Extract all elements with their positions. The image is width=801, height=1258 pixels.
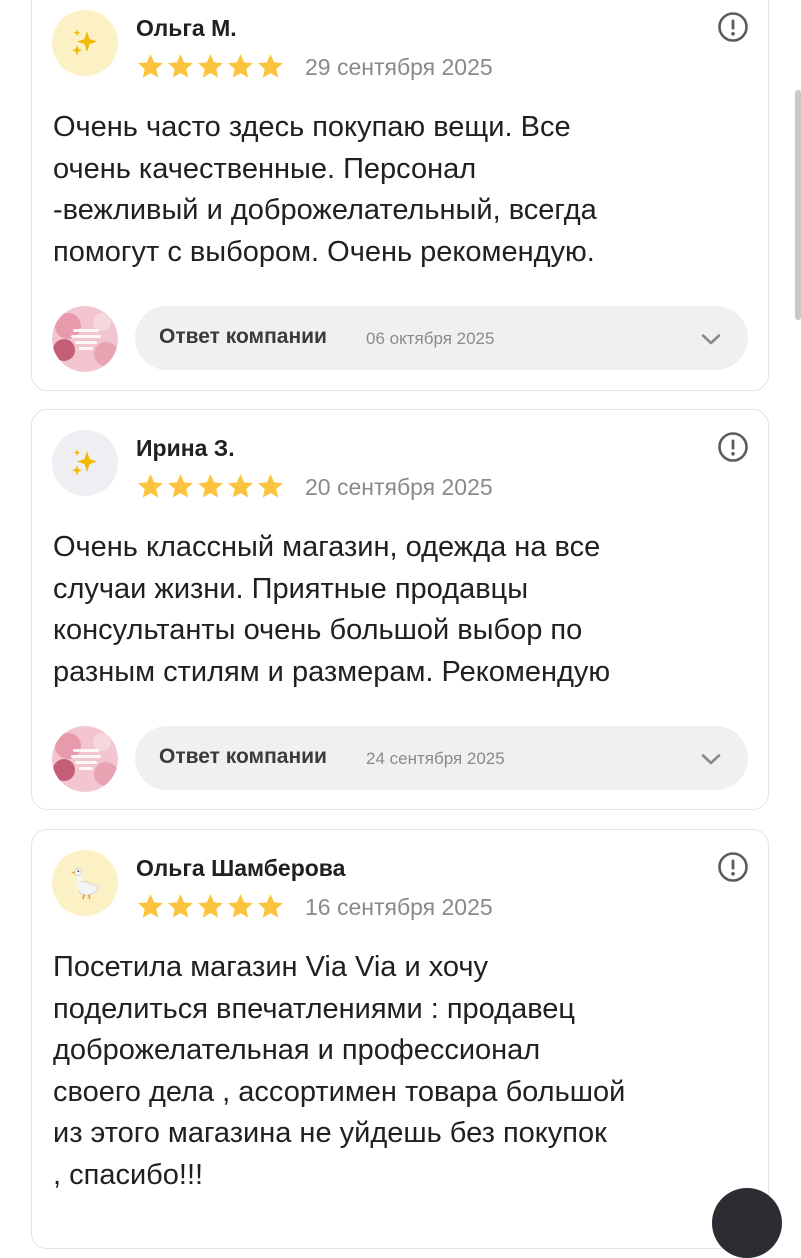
- floating-action-button[interactable]: [712, 1188, 782, 1258]
- sparkles-icon: [72, 29, 97, 56]
- review-author[interactable]: Ольга М.: [136, 15, 237, 42]
- report-button[interactable]: [717, 431, 749, 463]
- star-rating: [136, 473, 285, 500]
- star-icon: [258, 474, 283, 498]
- star-icon: [258, 894, 283, 918]
- star-rating: [136, 53, 285, 80]
- star-icon: [168, 54, 193, 78]
- company-reply-toggle[interactable]: Ответ компании 06 октября 2025: [135, 306, 748, 370]
- company-logo: [52, 306, 118, 372]
- star-icon: [198, 54, 223, 78]
- chevron-down-icon: [700, 748, 722, 770]
- user-avatar[interactable]: [52, 850, 118, 916]
- review-card: Ирина З. 20 сентября 2025 Очень классный…: [31, 409, 769, 810]
- report-button[interactable]: [717, 851, 749, 883]
- reviews-feed: Ольга М. 29 сентября 2025 Очень часто зд…: [0, 0, 801, 1258]
- reply-date: 24 сентября 2025: [366, 749, 505, 768]
- review-date: 20 сентября 2025: [305, 474, 493, 500]
- scrollbar[interactable]: [795, 90, 801, 320]
- review-author[interactable]: Ирина З.: [136, 435, 235, 462]
- star-icon: [138, 54, 163, 78]
- star-icon: [258, 54, 283, 78]
- star-icon: [138, 474, 163, 498]
- exclamation-circle-icon: [718, 432, 748, 462]
- star-icon: [198, 474, 223, 498]
- user-avatar[interactable]: [52, 10, 118, 76]
- star-icon: [138, 894, 163, 918]
- user-avatar[interactable]: [52, 430, 118, 496]
- star-icon: [198, 894, 223, 918]
- star-icon: [228, 54, 253, 78]
- star-icon: [228, 474, 253, 498]
- review-card: Ольга Шамберова 16 сентября 2025 Посетил…: [31, 829, 769, 1249]
- reply-title: Ответ компании: [159, 325, 327, 348]
- review-card: Ольга М. 29 сентября 2025 Очень часто зд…: [31, 0, 769, 391]
- reply-date: 06 октября 2025: [366, 329, 495, 348]
- sparkles-icon: [72, 449, 97, 476]
- review-text: Очень классный магазин, одежда на все сл…: [53, 531, 611, 688]
- chevron-down-icon: [700, 328, 722, 350]
- goose-icon: [71, 868, 99, 900]
- review-text: Очень часто здесь покупаю вещи. Все очен…: [53, 111, 597, 268]
- review-date: 29 сентября 2025: [305, 54, 493, 80]
- star-rating: [136, 893, 285, 920]
- exclamation-circle-icon: [718, 12, 748, 42]
- review-date: 16 сентября 2025: [305, 894, 493, 920]
- star-icon: [168, 474, 193, 498]
- reply-title: Ответ компании: [159, 745, 327, 768]
- review-author[interactable]: Ольга Шамберова: [136, 855, 345, 882]
- star-icon: [168, 894, 193, 918]
- report-button[interactable]: [717, 11, 749, 43]
- exclamation-circle-icon: [718, 852, 748, 882]
- company-reply-toggle[interactable]: Ответ компании 24 сентября 2025: [135, 726, 748, 790]
- review-text: Посетила магазин Via Via и хочу поделить…: [53, 951, 626, 1191]
- star-icon: [228, 894, 253, 918]
- company-logo: [52, 726, 118, 792]
